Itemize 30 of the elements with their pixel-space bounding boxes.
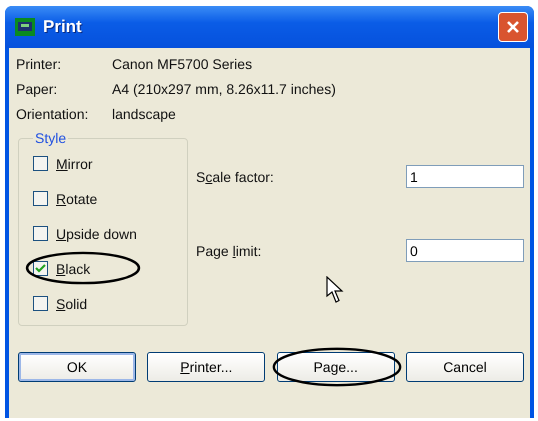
dialog-button[interactable]: Cancel (406, 352, 524, 382)
info-label: Orientation: (16, 106, 90, 122)
info-value: A4 (210x297 mm, 8.26x11.7 inches) (112, 81, 336, 97)
input-field[interactable]: 0 (406, 239, 524, 262)
close-button[interactable] (498, 12, 528, 42)
window-title: Print (43, 17, 83, 37)
checkbox-label: Rotate (56, 190, 98, 206)
mouse-pointer-icon (326, 276, 344, 304)
dialog-button[interactable]: Printer... (147, 352, 266, 382)
info-value: Canon MF5700 Series (112, 56, 254, 72)
checkbox[interactable] (33, 296, 48, 311)
checkbox[interactable] (33, 191, 48, 206)
input-field[interactable]: 1 (406, 165, 524, 188)
dialog-button[interactable]: Page... (276, 352, 395, 382)
checkbox-label: Mirror (56, 156, 93, 172)
field-label: Scale factor: (196, 168, 274, 184)
field-label: Page limit: (196, 242, 262, 258)
close-icon (506, 20, 520, 34)
info-value: landscape (112, 106, 177, 122)
checkbox-label: Upside down (56, 226, 137, 242)
checkbox[interactable] (33, 226, 48, 241)
checkbox[interactable] (33, 156, 48, 171)
info-label: Printer: (16, 56, 62, 72)
checkbox-label: Black (56, 260, 90, 276)
checkbox[interactable] (33, 261, 48, 276)
group-title: Style (34, 130, 68, 146)
dialog-button[interactable]: OK (18, 352, 136, 382)
info-label: Paper: (16, 81, 58, 97)
checkbox-label: Solid (56, 296, 88, 312)
printer-app-icon (15, 18, 35, 36)
